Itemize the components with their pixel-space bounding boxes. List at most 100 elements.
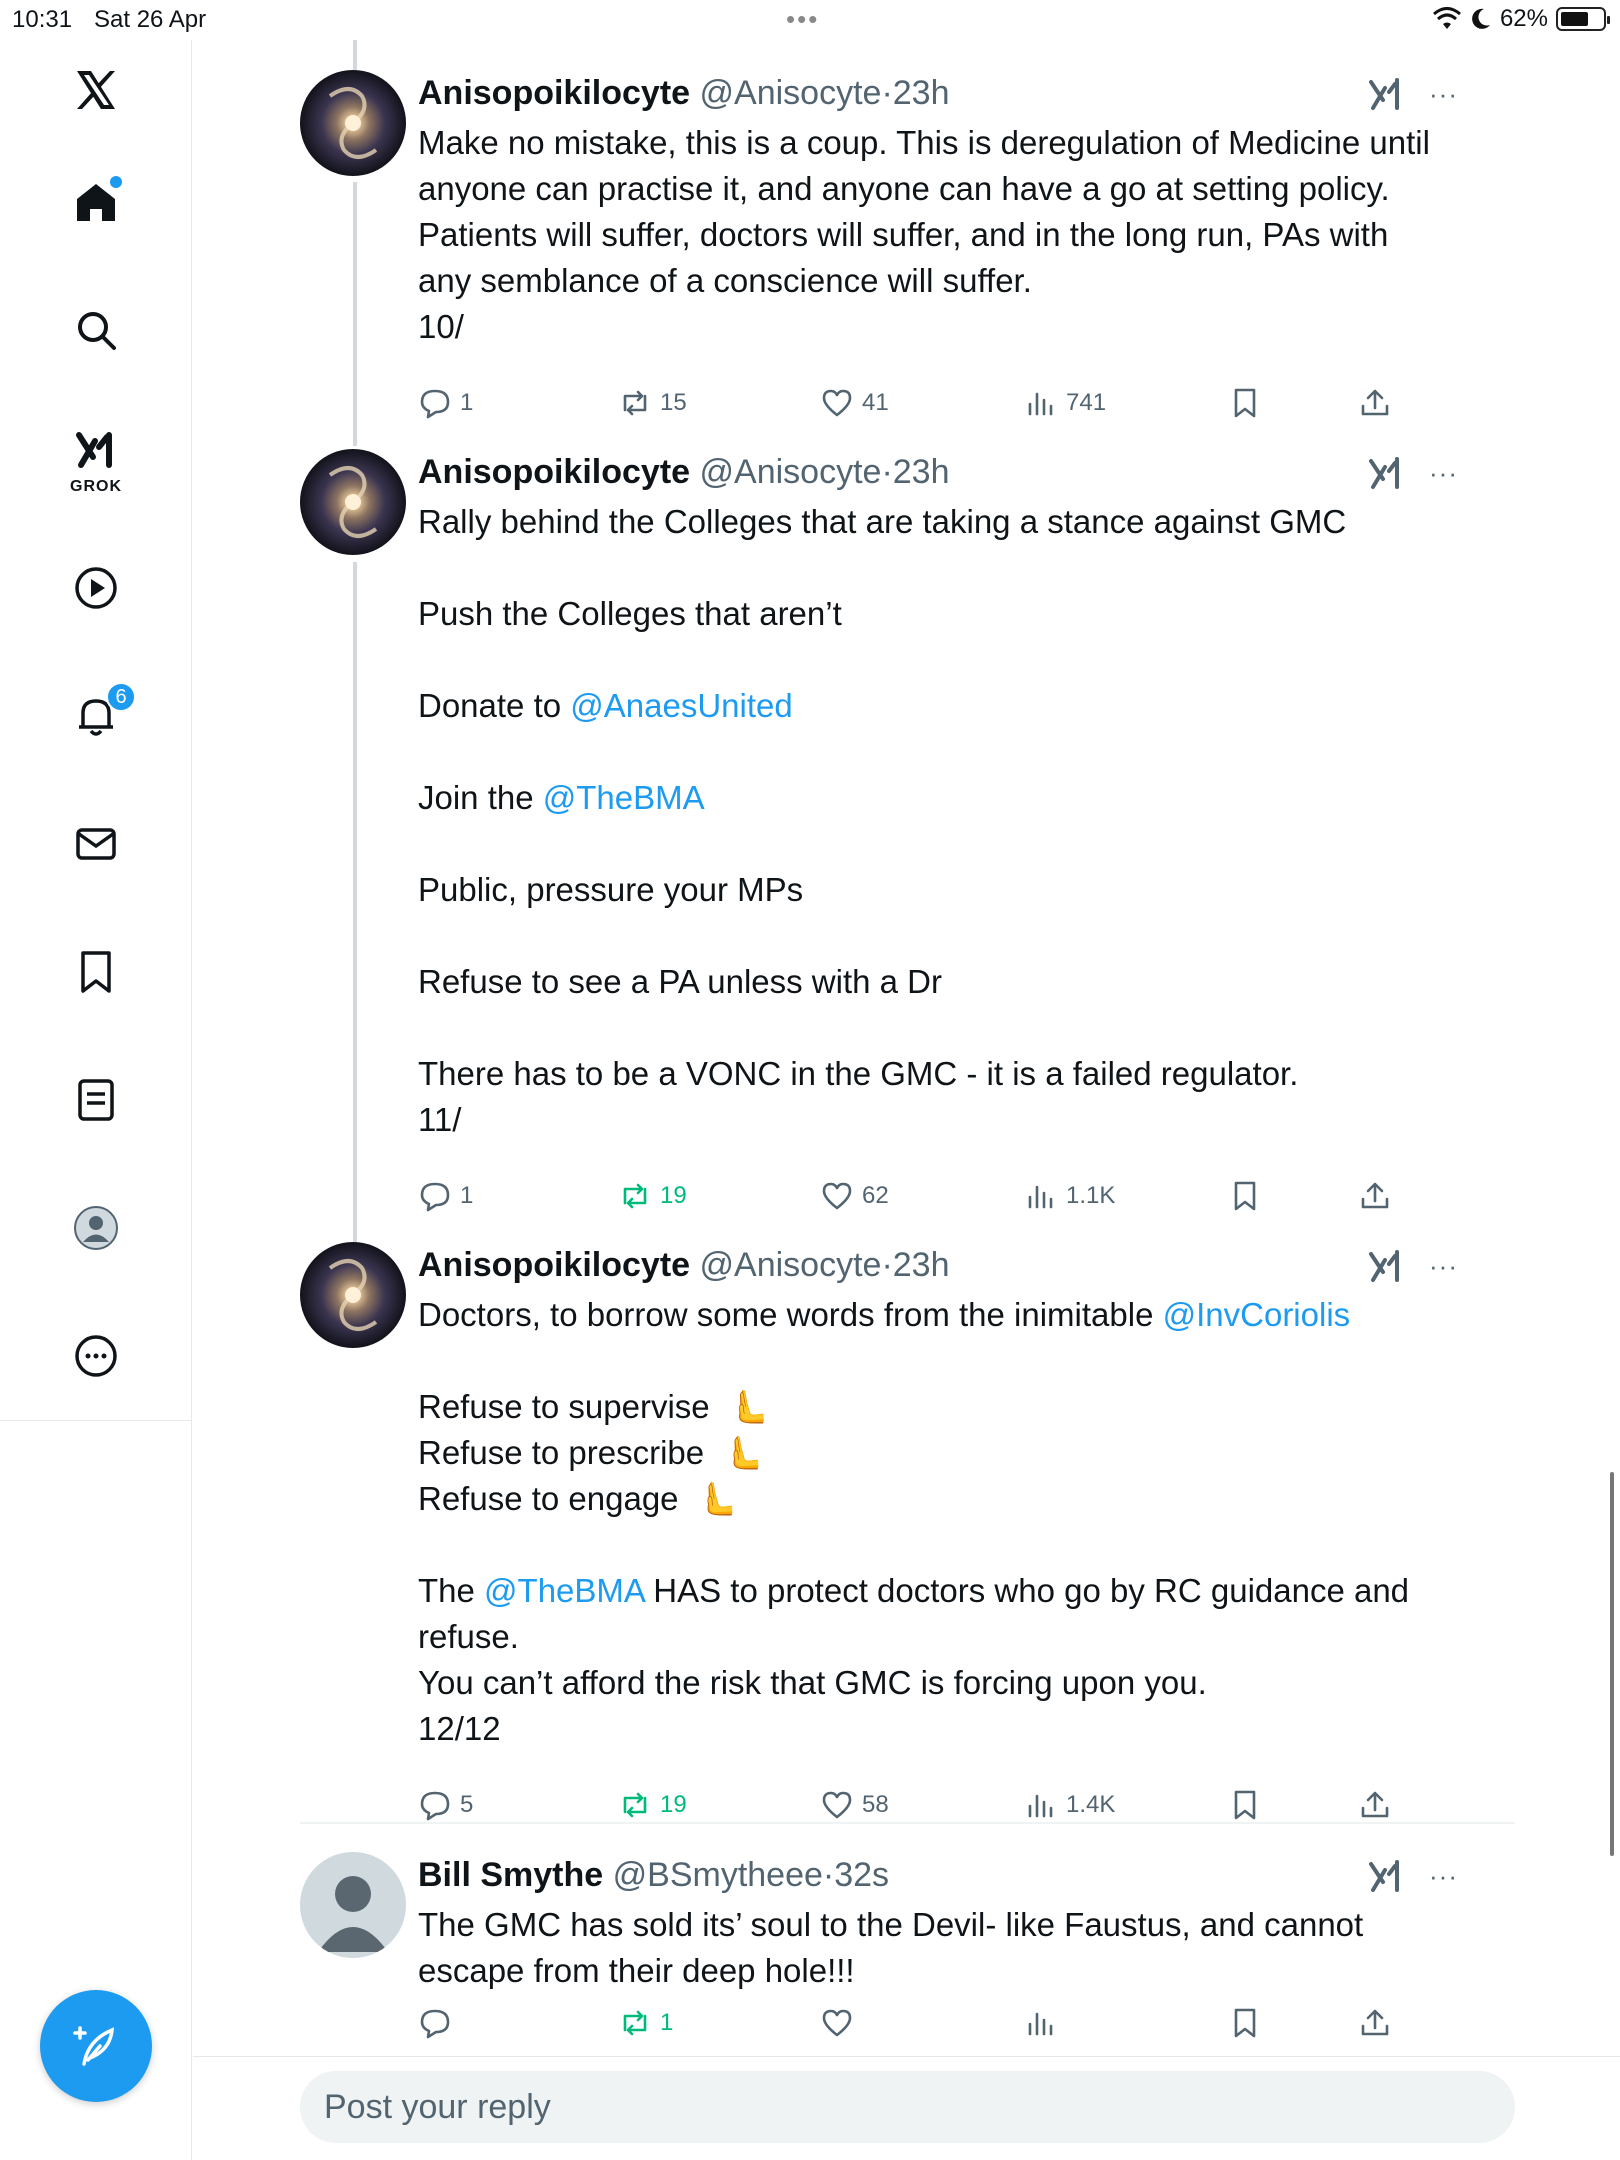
like-button[interactable]: 41 <box>820 378 889 428</box>
more-options-icon[interactable]: ··· <box>1429 1251 1458 1282</box>
tweet-actions: 1 15 41 741 <box>418 378 1418 428</box>
sidebar-item-messages[interactable] <box>56 804 136 884</box>
tweet-text-line: Push the Colleges that aren’t <box>418 595 842 632</box>
sidebar-item-grok[interactable]: GROK <box>56 420 136 500</box>
status-bar: 10:31 Sat 26 Apr ••• 62% <box>0 0 1620 40</box>
author-handle[interactable]: @BSmytheee <box>613 1856 823 1894</box>
bookmark-button[interactable] <box>1228 378 1262 428</box>
grok-icon[interactable] <box>1367 74 1407 114</box>
heart-icon <box>822 1791 852 1819</box>
like-count: 41 <box>862 389 889 416</box>
author-handle[interactable]: @Anisocyte <box>700 74 882 112</box>
views-button[interactable] <box>1024 1998 1058 2048</box>
x-logo-icon[interactable] <box>56 50 136 130</box>
reply-button[interactable] <box>418 1998 452 2048</box>
author-avatar[interactable] <box>300 449 406 555</box>
share-button[interactable] <box>1358 378 1392 428</box>
reply-icon <box>420 2009 450 2039</box>
like-count: 62 <box>862 1182 889 1209</box>
grok-icon[interactable] <box>1367 453 1407 493</box>
author-handle[interactable]: @Anisocyte <box>700 1246 882 1284</box>
views-icon <box>1028 2012 1053 2036</box>
heart-icon <box>822 1182 852 1210</box>
bookmark-icon <box>1234 1790 1256 1820</box>
reply-icon <box>420 1182 450 1212</box>
tweet-time[interactable]: 23h <box>893 453 950 491</box>
more-options-icon[interactable]: ··· <box>1429 1861 1458 1892</box>
share-icon <box>1361 1791 1389 1818</box>
reply-separator <box>300 1822 1515 1824</box>
notifications-badge: 6 <box>106 682 136 712</box>
sidebar-item-notifications[interactable]: 6 <box>56 676 136 756</box>
tweet-text: Make no mistake, this is a coup. This is… <box>418 120 1458 350</box>
author-name[interactable]: Anisopoikilocyte <box>418 74 690 112</box>
tweet-text: Rally behind the Colleges that are takin… <box>418 499 1458 1143</box>
tweet-time[interactable]: 32s <box>834 1856 889 1894</box>
tweet-text-line: escape from their deep hole!!! <box>418 1952 855 1989</box>
views-button[interactable]: 1.1K <box>1024 1171 1115 1221</box>
mention-link[interactable]: @AnaesUnited <box>570 687 792 724</box>
sidebar-item-more[interactable] <box>56 1316 136 1396</box>
reply-icon <box>420 1791 450 1821</box>
sidebar-item-home[interactable] <box>56 162 136 242</box>
sidebar-item-lists[interactable] <box>56 1060 136 1140</box>
author-avatar[interactable] <box>300 70 406 176</box>
grok-icon[interactable] <box>1367 1246 1407 1286</box>
reply-input[interactable]: Post your reply <box>300 2071 1515 2143</box>
share-button[interactable] <box>1358 1171 1392 1221</box>
more-options-icon[interactable]: ··· <box>1429 458 1458 489</box>
author-avatar[interactable] <box>300 1242 406 1348</box>
author-handle[interactable]: @Anisocyte <box>700 453 882 491</box>
mention-link[interactable]: @TheBMA <box>543 779 705 816</box>
sidebar-item-video[interactable] <box>56 548 136 628</box>
author-avatar[interactable] <box>300 1852 406 1958</box>
multitasking-dots-icon[interactable]: ••• <box>786 4 819 35</box>
tweet-time[interactable]: 23h <box>893 1246 950 1284</box>
author-name[interactable]: Anisopoikilocyte <box>418 453 690 491</box>
mention-link[interactable]: @InvCoriolis <box>1163 1296 1351 1333</box>
repost-count: 15 <box>660 389 687 416</box>
repost-button[interactable]: 15 <box>618 378 687 428</box>
bookmark-button[interactable] <box>1228 1171 1262 1221</box>
author-name[interactable]: Anisopoikilocyte <box>418 1246 690 1284</box>
tweet-text-line: anyone can practise it, and anyone can h… <box>418 170 1390 207</box>
moon-icon <box>1472 8 1490 29</box>
share-button[interactable] <box>1358 1998 1392 2048</box>
sidebar-item-bookmarks[interactable] <box>56 932 136 1012</box>
like-button[interactable]: 62 <box>820 1171 889 1221</box>
sidebar-item-explore[interactable] <box>56 290 136 370</box>
reply-button[interactable]: 1 <box>418 1171 473 1221</box>
tweet-actions: 1 19 62 1.1K <box>418 1171 1418 1221</box>
mail-icon <box>76 828 116 860</box>
repost-count: 19 <box>660 1791 687 1818</box>
bookmark-button[interactable] <box>1228 1998 1262 2048</box>
repost-button[interactable]: 1 <box>618 1998 673 2048</box>
tweet-time[interactable]: 23h <box>893 74 950 112</box>
views-icon <box>1028 1185 1053 1209</box>
mention-link[interactable]: @TheBMA <box>484 1572 644 1609</box>
status-date: Sat 26 Apr <box>94 6 207 33</box>
bookmark-icon <box>1234 2008 1256 2038</box>
share-icon <box>1361 2009 1389 2036</box>
compose-button[interactable] <box>40 1990 152 2102</box>
home-unread-dot <box>110 176 122 188</box>
bookmark-icon <box>1234 1181 1256 1211</box>
more-options-icon[interactable]: ··· <box>1429 79 1458 110</box>
tweet-text-line: Join the <box>418 779 543 816</box>
views-button[interactable]: 741 <box>1024 378 1106 428</box>
reply-button[interactable]: 1 <box>418 378 473 428</box>
tweet-text-line: Patients will suffer, doctors will suffe… <box>418 216 1389 253</box>
tweet-actions: 1 <box>418 1998 1418 2048</box>
sidebar-nav: GROK 6 <box>0 40 192 2160</box>
tweet-text-line: Refuse to engage <box>418 1480 679 1517</box>
like-button[interactable] <box>820 1998 854 2048</box>
scrollbar[interactable] <box>1610 1472 1614 1856</box>
repost-button[interactable]: 19 <box>618 1171 687 1221</box>
author-name[interactable]: Bill Smythe <box>418 1856 603 1894</box>
share-icon <box>1361 1182 1389 1209</box>
reply-count: 1 <box>460 389 474 416</box>
tweet-text-line: Refuse to prescribe <box>418 1434 705 1471</box>
battery-percent: 62% <box>1499 5 1548 32</box>
grok-icon[interactable] <box>1367 1856 1407 1896</box>
sidebar-item-profile[interactable] <box>56 1188 136 1268</box>
